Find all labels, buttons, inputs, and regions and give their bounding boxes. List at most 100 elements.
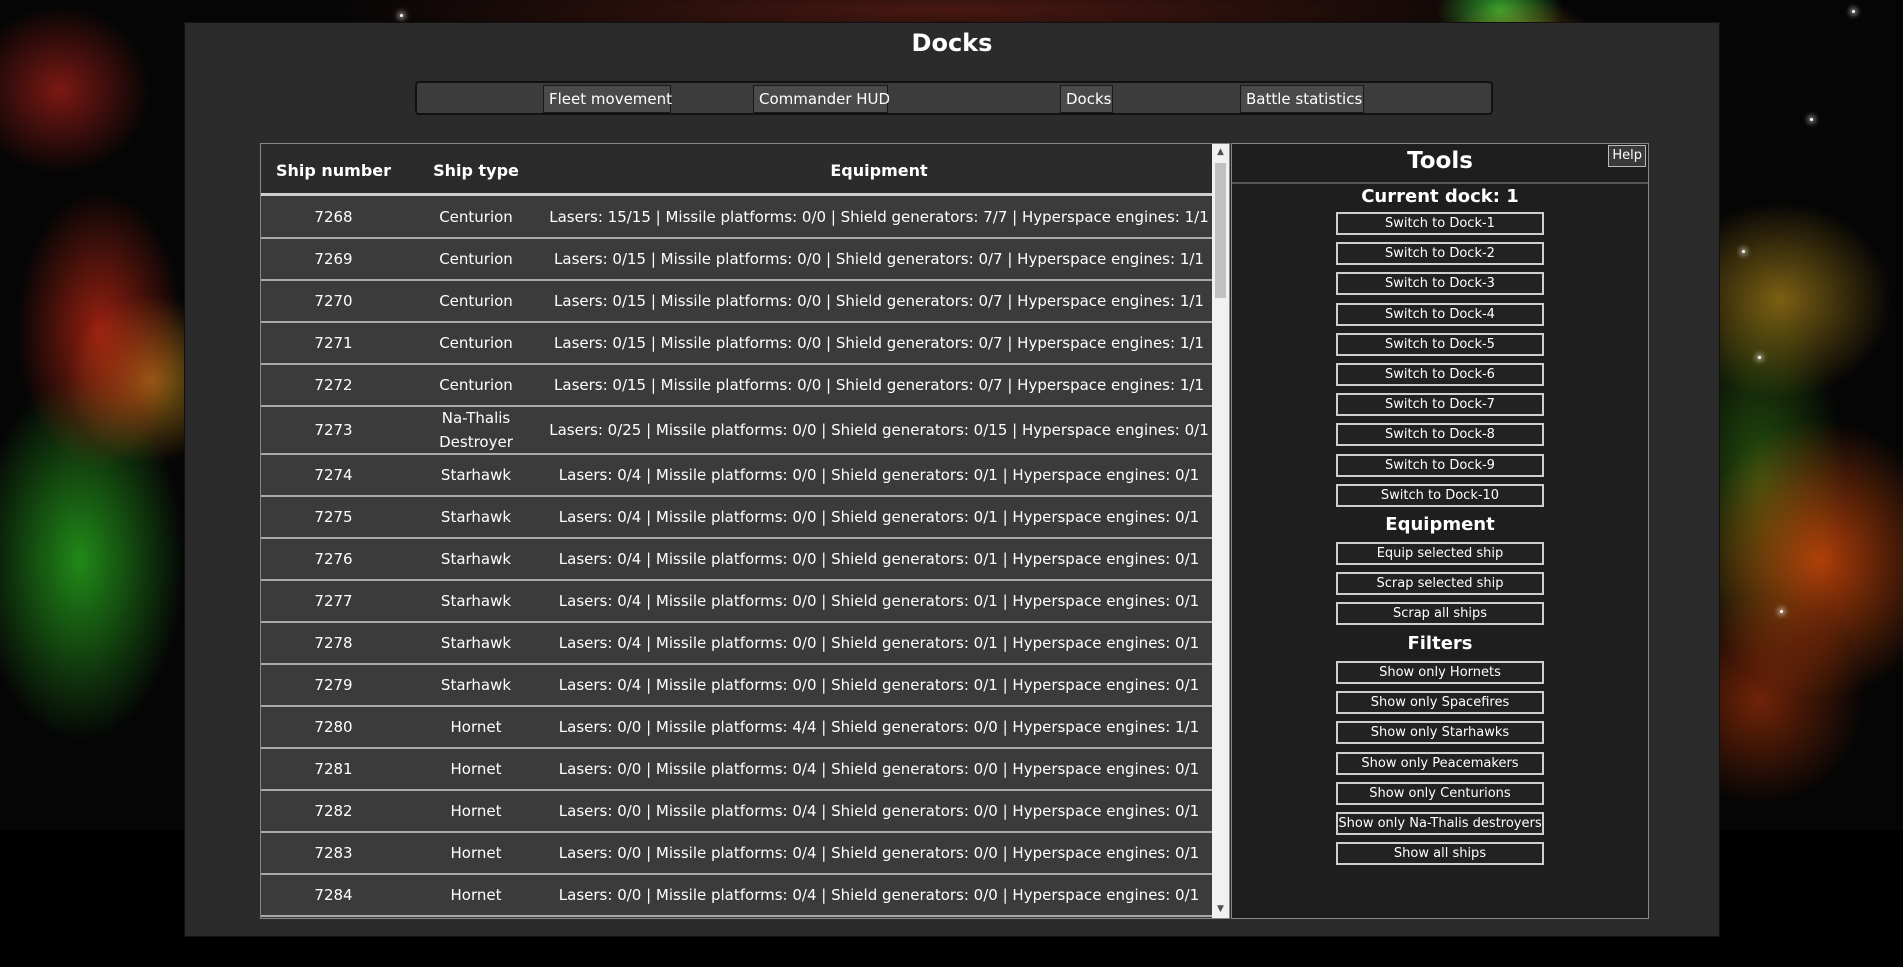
ship-type-cell: Na-Thalis Destroyer	[439, 409, 513, 451]
ship-type-cell: Hornet	[450, 760, 502, 778]
table-body: 7268 Centurion Lasers: 15/15 | Missile pla…	[261, 197, 1212, 917]
switch-dock-7-button[interactable]: Switch to Dock-7	[1336, 393, 1544, 417]
filters-section-title: Filters	[1407, 633, 1473, 654]
background-star	[1742, 250, 1745, 253]
background-star	[1780, 610, 1783, 613]
table-row[interactable]: 7282 Hornet Lasers: 0/0 | Missile platform…	[261, 791, 1212, 833]
table-row[interactable]: 7270 Centurion Lasers: 0/15 | Missile plat…	[261, 281, 1212, 323]
ship-type-cell: Centurion	[439, 250, 513, 268]
table-row[interactable]: 7271 Centurion Lasers: 0/15 | Missile plat…	[261, 323, 1212, 365]
table-row[interactable]: 7283 Hornet Lasers: 0/0 | Missile platform…	[261, 833, 1212, 875]
equipment-cell: Lasers: 0/4 | Missile platforms: 0/0 | S…	[558, 466, 1200, 484]
switch-dock-8-button[interactable]: Switch to Dock-8	[1336, 423, 1544, 447]
filter-button[interactable]: Show only Spacefires	[1336, 691, 1544, 715]
ship-type-cell: Centurion	[439, 376, 513, 394]
switch-dock-2-button[interactable]: Switch to Dock-2	[1336, 242, 1544, 266]
equipment-cell: Lasers: 0/15 | Missile platforms: 0/0 | …	[554, 334, 1204, 352]
switch-dock-6-button[interactable]: Switch to Dock-6	[1336, 363, 1544, 386]
switch-dock-1-button[interactable]: Switch to Dock-1	[1336, 212, 1544, 235]
table-row[interactable]: 7277 Starhawk Lasers: 0/4 | Missile platfo…	[261, 581, 1212, 623]
ship-type-cell: Hornet	[450, 844, 502, 862]
nav-commander-hud[interactable]: Commander HUD	[753, 85, 890, 113]
switch-dock-3-button[interactable]: Switch to Dock-3	[1336, 272, 1544, 296]
filter-button[interactable]: Show only Centurions	[1336, 781, 1544, 805]
ship-type-cell: Starhawk	[440, 592, 512, 610]
ship-number-cell: 7268	[314, 208, 353, 226]
table-row[interactable]: 7268 Centurion Lasers: 15/15 | Missile pla…	[261, 197, 1212, 239]
ship-number-cell: 7279	[314, 676, 353, 694]
background-star	[1852, 10, 1855, 13]
column-ship-type[interactable]: Ship type	[406, 161, 546, 180]
scrap-all-ships-button[interactable]: Scrap all ships	[1336, 602, 1544, 626]
equip-selected-ship-button[interactable]: Equip selected ship	[1336, 542, 1544, 565]
equipment-cell: Lasers: 0/0 | Missile platforms: 0/4 | S…	[558, 802, 1200, 820]
table-scrollbar[interactable]: ▲ ▼	[1212, 144, 1229, 918]
ship-type-cell: Starhawk	[440, 550, 512, 568]
filter-button[interactable]: Show only Starhawks	[1336, 721, 1544, 745]
table-row[interactable]: 7284 Hornet Lasers: 0/0 | Missile platform…	[261, 875, 1212, 917]
nav-battle-statistics[interactable]: Battle statistics	[1240, 85, 1364, 113]
table-row[interactable]: 7269 Centurion Lasers: 0/15 | Missile plat…	[261, 239, 1212, 281]
switch-dock-5-button[interactable]: Switch to Dock-5	[1336, 332, 1544, 356]
equipment-cell: Lasers: 0/4 | Missile platforms: 0/0 | S…	[558, 634, 1200, 652]
table-row[interactable]: 7275 Starhawk Lasers: 0/4 | Missile platfo…	[261, 497, 1212, 539]
equipment-cell: Lasers: 0/4 | Missile platforms: 0/0 | S…	[558, 508, 1200, 526]
switch-dock-9-button[interactable]: Switch to Dock-9	[1336, 453, 1544, 477]
scrap-selected-ship-button[interactable]: Scrap selected ship	[1336, 572, 1544, 596]
equipment-cell: Lasers: 0/0 | Missile platforms: 4/4 | S…	[558, 718, 1200, 736]
equipment-section-title: Equipment	[1385, 514, 1495, 535]
background-star	[1810, 118, 1813, 121]
ship-type-cell: Hornet	[450, 802, 502, 820]
nav-fleet-movement[interactable]: Fleet movement	[543, 85, 672, 113]
ship-number-cell: 7276	[314, 550, 353, 568]
equipment-cell: Lasers: 0/0 | Missile platforms: 0/4 | S…	[558, 760, 1200, 778]
ship-number-cell: 7271	[314, 334, 353, 352]
table-row[interactable]: 7276 Starhawk Lasers: 0/4 | Missile platfo…	[261, 539, 1212, 581]
ship-type-cell: Starhawk	[440, 466, 512, 484]
column-ship-number[interactable]: Ship number	[261, 161, 406, 180]
divider	[1232, 182, 1648, 184]
equipment-cell: Lasers: 0/15 | Missile platforms: 0/0 | …	[554, 292, 1204, 310]
equipment-cell: Lasers: 0/25 | Missile platforms: 0/0 | …	[549, 421, 1209, 439]
tools-title: Tools	[1407, 148, 1473, 174]
table-row[interactable]: 7274 Starhawk Lasers: 0/4 | Missile platfo…	[261, 455, 1212, 497]
table-header: Ship number Ship type Equipment	[261, 144, 1212, 196]
table-row[interactable]: 7281 Hornet Lasers: 0/0 | Missile platform…	[261, 749, 1212, 791]
filter-button[interactable]: Show all ships	[1336, 842, 1544, 866]
ship-number-cell: 7277	[314, 592, 353, 610]
table-row[interactable]: 7280 Hornet Lasers: 0/0 | Missile platform…	[261, 707, 1212, 749]
switch-dock-4-button[interactable]: Switch to Dock-4	[1336, 302, 1544, 326]
equipment-cell: Lasers: 15/15 | Missile platforms: 0/0 |…	[549, 208, 1209, 226]
table-row[interactable]: 7279 Starhawk Lasers: 0/4 | Missile platfo…	[261, 665, 1212, 707]
filter-button[interactable]: Show only Peacemakers	[1336, 751, 1544, 775]
table-row[interactable]: 7272 Centurion Lasers: 0/15 | Missile plat…	[261, 365, 1212, 407]
equipment-cell: Lasers: 0/0 | Missile platforms: 0/4 | S…	[558, 886, 1200, 904]
ship-type-cell: Hornet	[450, 886, 502, 904]
table-row[interactable]: 7278 Starhawk Lasers: 0/4 | Missile platfo…	[261, 623, 1212, 665]
filter-button[interactable]: Show only Na-Thalis destroyers	[1336, 812, 1544, 835]
chevron-down-icon[interactable]: ▼	[1212, 901, 1229, 918]
equipment-cell: Lasers: 0/4 | Missile platforms: 0/0 | S…	[558, 550, 1200, 568]
current-dock-label: Current dock: 1	[1361, 186, 1519, 207]
main-nav: Fleet movement Commander HUD Docks Battl…	[415, 81, 1493, 115]
ship-number-cell: 7281	[314, 760, 353, 778]
equipment-cell: Lasers: 0/4 | Missile platforms: 0/0 | S…	[558, 592, 1200, 610]
background-star	[400, 14, 403, 17]
ship-number-cell: 7274	[314, 466, 353, 484]
column-equipment[interactable]: Equipment	[546, 161, 1212, 180]
switch-dock-10-button[interactable]: Switch to Dock-10	[1336, 483, 1544, 507]
equipment-cell: Lasers: 0/4 | Missile platforms: 0/0 | S…	[558, 676, 1200, 694]
nav-docks[interactable]: Docks	[1060, 85, 1113, 113]
table-row[interactable]: 7273 Na-Thalis Destroyer Lasers: 0/25 | Mi…	[261, 407, 1212, 455]
ship-number-cell: 7270	[314, 292, 353, 310]
ship-type-cell: Centurion	[439, 334, 513, 352]
chevron-up-icon[interactable]: ▲	[1212, 144, 1229, 161]
ship-number-cell: 7278	[314, 634, 353, 652]
ship-number-cell: 7283	[314, 844, 353, 862]
ships-table: Ship number Ship type Equipment 7268 Cent…	[260, 143, 1230, 919]
help-button[interactable]: Help	[1608, 145, 1646, 167]
scrollbar-thumb[interactable]	[1215, 163, 1226, 298]
filter-button[interactable]: Show only Hornets	[1336, 661, 1544, 684]
page-title: Docks	[911, 29, 993, 57]
equipment-cell: Lasers: 0/0 | Missile platforms: 0/4 | S…	[558, 844, 1200, 862]
